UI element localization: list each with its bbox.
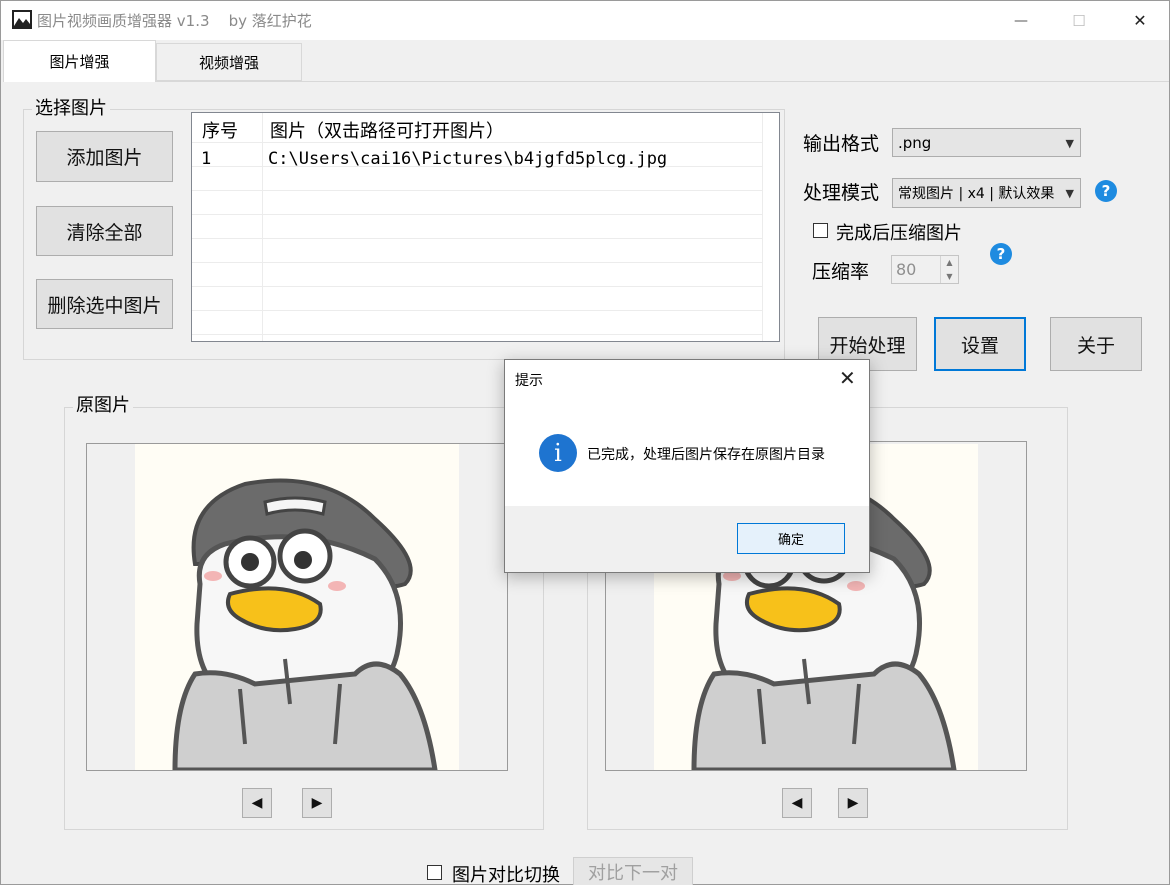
column-header-path[interactable]: 图片（双击路径可打开图片） xyxy=(270,117,504,143)
compress-checkbox[interactable] xyxy=(813,223,828,238)
select-images-title: 选择图片 xyxy=(32,99,110,119)
original-image xyxy=(135,444,459,770)
dialog-title: 提示 xyxy=(515,373,543,389)
duck-illustration-icon xyxy=(172,478,438,770)
empty-row xyxy=(192,287,762,311)
mode-select[interactable]: 常规图片 | x4 | 默认效果 ▼ xyxy=(892,178,1081,208)
add-images-button[interactable]: 添加图片 xyxy=(36,131,173,182)
original-image-view[interactable] xyxy=(86,443,508,771)
image-app-icon xyxy=(12,10,32,29)
dialog-message: 已完成，处理后图片保存在原图片目录 xyxy=(587,447,825,463)
ratio-label: 压缩率 xyxy=(812,261,870,283)
settings-button[interactable]: 设置 xyxy=(934,317,1026,371)
column-header-index[interactable]: 序号 xyxy=(202,117,238,143)
output-format-label: 输出格式 xyxy=(803,133,880,155)
empty-row xyxy=(192,239,762,263)
processed-prev-button[interactable]: ◀ xyxy=(782,788,812,818)
ratio-help-icon[interactable]: ? xyxy=(990,243,1012,265)
original-prev-button[interactable]: ◀ xyxy=(242,788,272,818)
empty-row xyxy=(192,215,762,239)
info-icon: i xyxy=(539,434,577,472)
ok-button[interactable]: 确定 xyxy=(737,523,845,554)
row-path: C:\Users\cai16\Pictures\b4jgfd5plcg.jpg xyxy=(268,149,668,169)
empty-row xyxy=(192,311,762,335)
chevron-down-icon: ▼ xyxy=(1065,137,1074,150)
close-window-button[interactable]: ✕ xyxy=(1113,1,1167,40)
delete-selected-button[interactable]: 删除选中图片 xyxy=(36,279,173,329)
compare-checkbox[interactable] xyxy=(427,865,442,880)
column-divider xyxy=(762,113,763,341)
app-window: 图片视频画质增强器 v1.3 by 落红护花 — ☐ ✕ 图片增强 视频增强 选… xyxy=(0,0,1170,885)
window-title: 图片视频画质增强器 v1.3 by 落红护花 xyxy=(37,12,312,30)
notice-dialog: 提示 ✕ i 已完成，处理后图片保存在原图片目录 确定 xyxy=(504,359,870,573)
image-list[interactable]: 序号 图片（双击路径可打开图片） 1 C:\Users\cai16\Pictur… xyxy=(191,112,780,342)
mode-label: 处理模式 xyxy=(803,182,880,204)
dialog-footer: 确定 xyxy=(505,506,869,572)
processed-next-button[interactable]: ▶ xyxy=(838,788,868,818)
chevron-down-icon: ▼ xyxy=(1065,187,1074,200)
stepper-arrows-icon: ▲ ▼ xyxy=(940,256,958,283)
compare-label[interactable]: 图片对比切换 xyxy=(452,861,560,885)
tab-video-enhance[interactable]: 视频增强 xyxy=(156,43,302,81)
empty-row xyxy=(192,167,762,191)
ratio-value: 80 xyxy=(896,260,917,279)
ratio-stepper: 80 ▲ ▼ xyxy=(891,255,959,284)
original-next-button[interactable]: ▶ xyxy=(302,788,332,818)
compress-label[interactable]: 完成后压缩图片 xyxy=(836,219,962,245)
output-format-value: .png xyxy=(898,133,932,152)
row-index: 1 xyxy=(201,149,212,169)
maximize-button[interactable]: ☐ xyxy=(1052,1,1106,40)
empty-row xyxy=(192,263,762,287)
tab-image-enhance[interactable]: 图片增强 xyxy=(3,40,156,82)
output-format-select[interactable]: .png ▼ xyxy=(892,128,1081,157)
compare-next-button[interactable]: 对比下一对 xyxy=(573,857,693,885)
title-bar[interactable]: 图片视频画质增强器 v1.3 by 落红护花 — ☐ ✕ xyxy=(1,1,1169,40)
clear-all-button[interactable]: 清除全部 xyxy=(36,206,173,256)
mode-help-icon[interactable]: ? xyxy=(1095,180,1117,202)
minimize-button[interactable]: — xyxy=(994,1,1048,40)
dialog-close-button[interactable]: ✕ xyxy=(839,366,856,390)
empty-row xyxy=(192,191,762,215)
about-button[interactable]: 关于 xyxy=(1050,317,1142,371)
original-image-title: 原图片 xyxy=(73,396,133,416)
mode-value: 常规图片 | x4 | 默认效果 xyxy=(898,186,1055,202)
